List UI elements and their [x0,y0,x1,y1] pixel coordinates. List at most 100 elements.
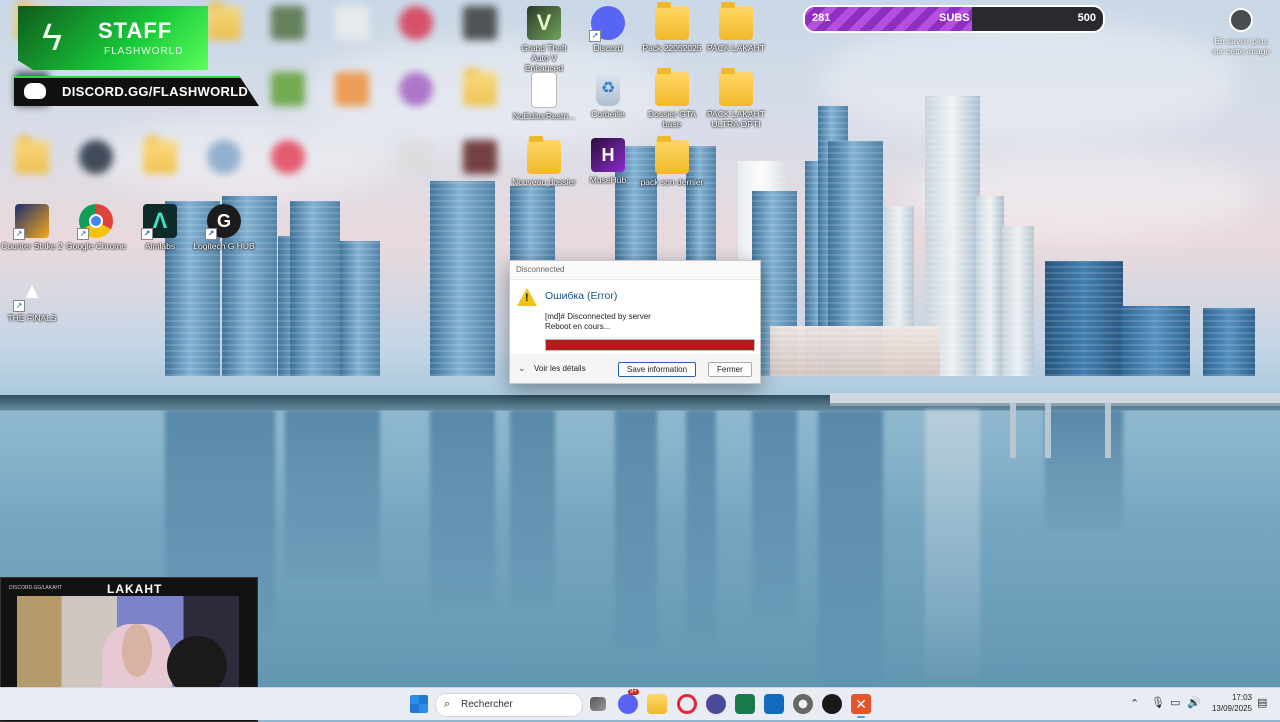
search-placeholder: Rechercher [461,699,513,710]
desktop-icon-label: Aimlabs [144,241,176,251]
blurred-desktop-icon[interactable] [192,140,256,202]
blurred-desktop-icon[interactable] [320,6,384,68]
blurred-desktop-icon[interactable] [320,72,384,134]
notification-badge: 9+ [628,689,639,695]
cs2-icon: ↗ [13,204,49,240]
microphone-icon[interactable]: 🎙 [1151,696,1165,709]
blurred-desktop-icon[interactable] [384,6,448,68]
dialog-title: Disconnected [510,261,760,280]
streamer-name: LAKAHT [107,582,163,596]
blurred-desktop-icon[interactable] [256,6,320,68]
aimlabs-icon: Λ ↗ [141,204,177,240]
blurred-desktop-icon[interactable] [0,136,64,202]
chevron-down-icon[interactable]: ⌄ [518,363,526,374]
desktop-icon-label: Dossier GTA base [647,109,697,129]
desktop-icon-label: MuseHub [589,175,627,185]
desktop-icon-pack-son[interactable]: pack son dernier [640,136,704,202]
discord-taskbar-icon[interactable] [618,694,638,714]
desktop-icon-chrome[interactable]: ↗ Google Chrome [64,204,128,266]
gta-icon: V [527,6,561,40]
desktop-icon-label: Google Chrome [65,241,126,251]
network-icon[interactable]: ▭ [1170,696,1180,709]
staff-banner: ϟ STAFF FLASHWORLD [18,6,208,70]
volume-icon[interactable]: 🔊 [1187,696,1201,709]
desktop-icon-label: Logitech G HUB [193,241,255,251]
settings-gear-icon[interactable] [793,694,813,714]
discord-icon: ↗ [589,6,625,42]
desktop-icon-label: Pack 22052025 [642,43,702,53]
search-box[interactable]: ⌕ Rechercher [435,693,583,717]
lightning-icon: ϟ [41,17,63,59]
clock-time: 17:03 [1231,693,1252,702]
subs-goal-bar: 281 SUBS 500 [803,5,1105,33]
recycle-bin-icon: ♻ [596,72,620,106]
desktop-icon-aimlabs[interactable]: Λ ↗ Aimlabs [128,204,192,266]
desktop-icon-label: THE FINALS [7,313,57,323]
subs-label: SUBS [939,12,970,24]
discord-icon [24,83,46,99]
show-details-toggle[interactable]: Voir les détails [534,364,586,373]
desktop-icon-nouveau[interactable]: Nouveau dossier [512,136,576,202]
desktop-icon-pack[interactable]: Pack 22052025 [640,2,704,68]
desktop-icon-ghub[interactable]: G ↗ Logitech G HUB [192,204,256,266]
outlook-icon[interactable] [764,694,784,714]
blurred-desktop-icon[interactable] [384,140,448,202]
desktop-icon-finals[interactable]: ▲ ↗ THE FINALS [0,276,64,338]
subs-goal: 500 [1077,12,1096,24]
desktop-icon-corbeille[interactable]: ♻ Corbeille [576,72,640,134]
error-dialog: Disconnected ! Ошибка (Error) [md]# Disc… [509,260,761,384]
folder-icon [655,68,689,106]
desktop-icon-pack-lakaht[interactable]: PACK LAKAHT [704,2,768,68]
folder-icon [655,136,689,174]
error-app-icon[interactable]: ✕ [851,694,871,714]
webcam-caption: DISCORD.GG/LAKAHT [9,585,63,591]
desktop-icon-discord[interactable]: ↗ Discord [576,6,640,68]
camera-info-icon [1229,8,1253,32]
discord-invite-text: DISCORD.GG/FLASHWORLD [62,84,249,99]
blurred-desktop-icon[interactable] [448,140,512,202]
system-clock[interactable]: 17:03 13/09/2025 [1212,692,1252,714]
desktop-icon-pack-lakaht-ultra[interactable]: PACK LAKAHT ULTRA OPTI [704,68,768,134]
clock-date: 13/09/2025 [1211,704,1252,713]
chrome-icon: ↗ [77,204,113,240]
blurred-desktop-icon[interactable] [448,6,512,68]
progress-bar [545,339,755,351]
blurred-desktop-icon[interactable] [256,72,320,134]
xbox-app-icon[interactable] [735,694,755,714]
desktop-icon-musehub[interactable]: H MuseHub [576,138,640,200]
learn-about-image[interactable]: En savoir plus sur cette image [1208,8,1274,56]
staff-title: STAFF [98,18,173,43]
desktop-icon-gta[interactable]: V Grand Theft Auto V Enhanced [512,6,576,73]
task-view-icon[interactable] [590,697,606,711]
logitech-taskbar-icon[interactable] [822,694,842,714]
file-explorer-icon[interactable] [647,694,667,714]
close-button[interactable]: Fermer [708,362,752,377]
desktop-icon-label: PACK LAKAHT ULTRA OPTI [707,109,765,129]
blurred-desktop-icon[interactable] [64,140,128,202]
dialog-message-line2: Reboot en cours... [545,322,611,331]
logitech-icon: G ↗ [205,204,241,240]
blurred-desktop-icon[interactable] [256,140,320,202]
subs-current: 281 [812,12,831,24]
folder-icon [719,2,753,40]
desktop-icon-cs2[interactable]: ↗ Counter Strike 2 [0,204,64,266]
desktop-icon-label: Grand Theft Auto V Enhanced [521,43,567,73]
blurred-desktop-icon[interactable] [128,136,192,202]
dialog-message-line1: [md]# Disconnected by server [545,312,651,321]
start-icon[interactable] [410,695,428,713]
musehub-icon: H [591,138,625,172]
folder-icon [527,136,561,174]
desktop-icon-label: Nouveau dossier [512,177,576,187]
warning-exclamation: ! [525,292,529,304]
blurred-desktop-icon[interactable] [448,68,512,134]
desktop-icon-noeditor[interactable]: NoEditorRestri... [512,72,576,134]
show-hidden-icons-chevron-up-icon[interactable]: ⌃ [1130,697,1139,710]
save-information-button[interactable]: Save information [618,362,697,377]
search-icon: ⌕ [444,698,451,710]
desktop-icon-dossier-gta[interactable]: Dossier GTA base [640,68,704,134]
notification-icon[interactable]: ▤ [1257,696,1267,709]
opera-gx-icon[interactable] [677,694,697,714]
folder-icon [719,68,753,106]
audio-app-icon[interactable] [706,694,726,714]
blurred-desktop-icon[interactable] [384,72,448,134]
